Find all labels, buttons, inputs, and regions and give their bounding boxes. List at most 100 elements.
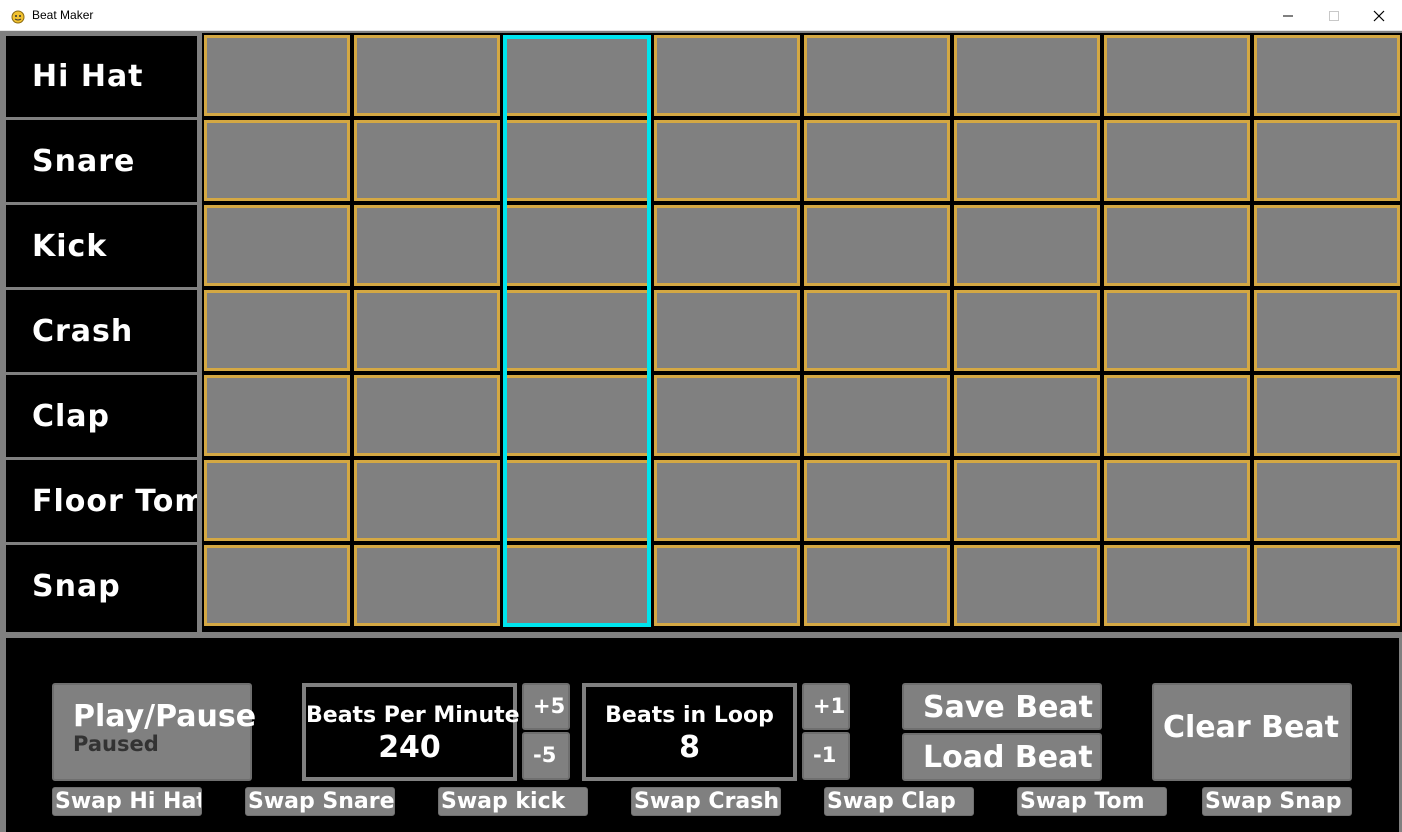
beat-cell[interactable] <box>1102 118 1252 203</box>
maximize-icon <box>1329 10 1339 21</box>
beat-cell[interactable] <box>1102 543 1252 628</box>
beat-cell[interactable] <box>952 373 1102 458</box>
swap-snap-button[interactable]: Swap Snap <box>1202 787 1352 816</box>
save-beat-button[interactable]: Save Beat <box>902 683 1102 730</box>
beat-cell[interactable] <box>202 203 352 288</box>
beat-cell[interactable] <box>1252 543 1402 628</box>
clear-beat-button[interactable]: Clear Beat <box>1152 683 1352 781</box>
swap-clap-button[interactable]: Swap Clap <box>824 787 974 816</box>
beat-cell[interactable] <box>502 543 652 628</box>
beat-cell[interactable] <box>352 373 502 458</box>
row-divider <box>6 117 202 120</box>
row-divider <box>6 202 202 205</box>
beat-cell[interactable] <box>352 33 502 118</box>
beat-cell[interactable] <box>802 543 952 628</box>
beat-cell[interactable] <box>1252 373 1402 458</box>
beat-cell[interactable] <box>352 458 502 543</box>
beat-cell[interactable] <box>352 203 502 288</box>
beat-cell[interactable] <box>652 288 802 373</box>
beat-cell[interactable] <box>1252 33 1402 118</box>
loop-decrease-label: -1 <box>813 743 837 767</box>
label-panel-border <box>197 36 202 632</box>
beat-cell[interactable] <box>952 118 1102 203</box>
beat-cell[interactable] <box>1252 203 1402 288</box>
beat-cell[interactable] <box>652 458 802 543</box>
beat-cell[interactable] <box>1252 118 1402 203</box>
beat-cell[interactable] <box>202 373 352 458</box>
swap-crash-button[interactable]: Swap Crash <box>631 787 781 816</box>
beat-cell[interactable] <box>952 288 1102 373</box>
beat-cell[interactable] <box>652 203 802 288</box>
beat-cell[interactable] <box>202 543 352 628</box>
instrument-labels: Hi Hat Snare Kick Crash Clap Floor Tom S… <box>6 36 207 632</box>
beat-cell[interactable] <box>352 288 502 373</box>
instrument-label: Hi Hat <box>32 58 144 94</box>
bpm-decrease-button[interactable]: -5 <box>522 732 570 780</box>
beat-cell[interactable] <box>502 458 652 543</box>
instrument-label: Snare <box>32 143 136 179</box>
save-beat-label: Save Beat <box>923 690 1093 725</box>
row-divider <box>6 372 202 375</box>
beat-cell[interactable] <box>652 118 802 203</box>
instrument-label: Floor Tom <box>32 483 207 519</box>
beat-cell[interactable] <box>652 373 802 458</box>
beat-cell[interactable] <box>802 33 952 118</box>
loop-value: 8 <box>679 730 700 765</box>
loop-increase-label: +1 <box>813 694 846 718</box>
beat-cell[interactable] <box>502 288 652 373</box>
beat-cell[interactable] <box>652 33 802 118</box>
loop-label: Beats in Loop <box>605 703 774 728</box>
beat-cell[interactable] <box>952 33 1102 118</box>
swap-hi-hat-button[interactable]: Swap Hi Hat <box>52 787 202 816</box>
beat-cell[interactable] <box>952 543 1102 628</box>
maximize-button[interactable] <box>1311 0 1357 31</box>
instrument-label: Kick <box>32 228 108 264</box>
loop-display: Beats in Loop 8 <box>582 683 797 781</box>
bpm-increase-button[interactable]: +5 <box>522 683 570 730</box>
loop-decrease-button[interactable]: -1 <box>802 732 850 780</box>
minimize-icon <box>1283 15 1293 16</box>
window-title: Beat Maker <box>32 8 94 22</box>
play-pause-label: Play/Pause <box>73 699 257 734</box>
beat-cell[interactable] <box>202 118 352 203</box>
beat-cell[interactable] <box>802 458 952 543</box>
beat-cell[interactable] <box>802 118 952 203</box>
beat-cell[interactable] <box>1102 288 1252 373</box>
close-button[interactable] <box>1356 0 1402 31</box>
beat-cell[interactable] <box>952 458 1102 543</box>
beat-cell[interactable] <box>1102 203 1252 288</box>
beat-cell[interactable] <box>202 458 352 543</box>
swap-snare-button[interactable]: Swap Snare <box>245 787 395 816</box>
load-beat-button[interactable]: Load Beat <box>902 733 1102 781</box>
bpm-increase-label: +5 <box>533 694 566 718</box>
play-pause-button[interactable]: Play/Pause Paused <box>52 683 256 781</box>
beat-cell[interactable] <box>352 543 502 628</box>
row-divider <box>6 287 202 290</box>
beat-cell[interactable] <box>202 33 352 118</box>
beat-cell[interactable] <box>502 203 652 288</box>
beat-cell[interactable] <box>502 118 652 203</box>
beat-cell[interactable] <box>1102 373 1252 458</box>
beat-cell[interactable] <box>1252 458 1402 543</box>
swap-tom-button[interactable]: Swap Tom <box>1017 787 1167 816</box>
instrument-label: Snap <box>32 568 121 604</box>
minimize-button[interactable] <box>1265 0 1311 31</box>
loop-increase-button[interactable]: +1 <box>802 683 850 730</box>
beat-cell[interactable] <box>802 373 952 458</box>
instrument-label: Clap <box>32 398 111 434</box>
beat-cell[interactable] <box>1252 288 1402 373</box>
beat-cell[interactable] <box>952 203 1102 288</box>
beat-cell[interactable] <box>1102 33 1252 118</box>
beat-cell[interactable] <box>802 288 952 373</box>
beat-cell[interactable] <box>802 203 952 288</box>
beat-cell[interactable] <box>1102 458 1252 543</box>
clear-beat-label: Clear Beat <box>1163 710 1339 745</box>
beat-cell[interactable] <box>502 373 652 458</box>
swap-kick-button[interactable]: Swap kick <box>438 787 588 816</box>
beat-cell[interactable] <box>352 118 502 203</box>
beat-cell[interactable] <box>652 543 802 628</box>
close-icon <box>1373 10 1385 21</box>
beat-cell[interactable] <box>202 288 352 373</box>
beat-cell[interactable] <box>502 33 652 118</box>
bpm-label: Beats Per Minute <box>306 703 520 728</box>
